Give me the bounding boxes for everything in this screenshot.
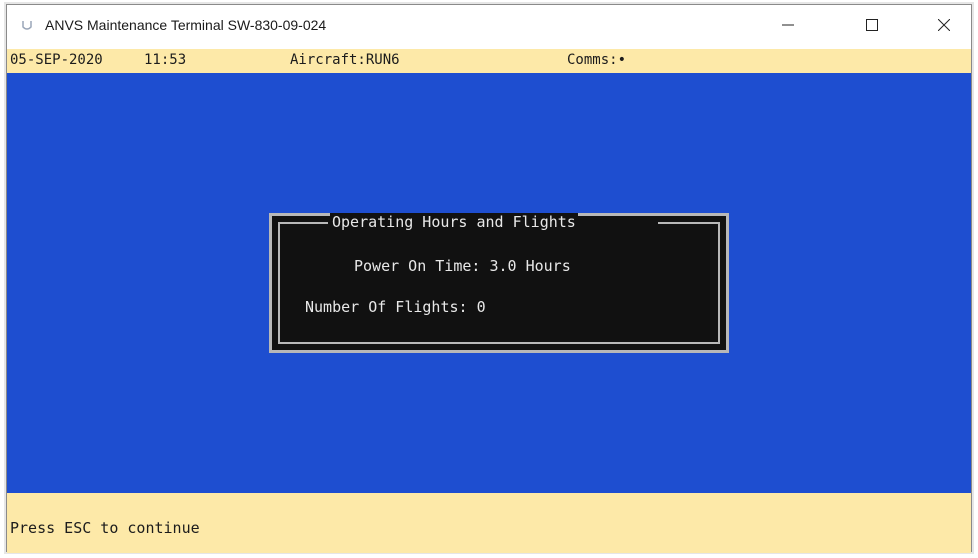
number-of-flights: Number Of Flights: 0 (305, 298, 486, 316)
minimize-button[interactable] (765, 5, 811, 49)
app-icon (21, 19, 33, 33)
console-area: Operating Hours and Flights Power On Tim… (7, 73, 971, 493)
operating-hours-dialog: Operating Hours and Flights Power On Tim… (269, 213, 729, 353)
maximize-icon (866, 18, 878, 36)
continue-prompt: Press ESC to continue (10, 519, 200, 537)
title-bar[interactable]: ANVS Maintenance Terminal SW-830-09-024 (7, 5, 971, 49)
terminal-window: ANVS Maintenance Terminal SW-830-09-024 … (6, 4, 972, 553)
prompt-bar: Press ESC to continue (7, 493, 971, 553)
status-bar: 05-SEP-2020 11:53 Aircraft:RUN6 Comms:• (7, 49, 971, 73)
window-title: ANVS Maintenance Terminal SW-830-09-024 (45, 17, 327, 33)
dialog-border-segment (658, 222, 720, 224)
status-time: 11:53 (144, 52, 187, 68)
minimize-icon (782, 18, 794, 36)
status-date: 05-SEP-2020 (10, 52, 103, 68)
maximize-button[interactable] (849, 5, 895, 49)
status-comms: Comms:• (567, 52, 627, 68)
close-icon (937, 18, 951, 36)
dialog-border-segment (278, 222, 328, 224)
dialog-title: Operating Hours and Flights (330, 213, 578, 231)
close-button[interactable] (921, 5, 967, 49)
status-aircraft: Aircraft:RUN6 (290, 52, 400, 68)
dialog-inner-border (278, 222, 720, 344)
power-on-time: Power On Time: 3.0 Hours (354, 257, 571, 275)
